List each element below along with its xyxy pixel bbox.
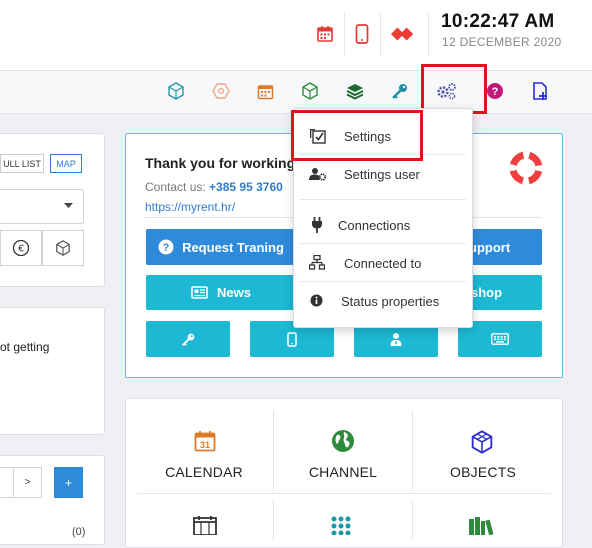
network-icon	[309, 255, 325, 270]
newspaper-icon	[191, 286, 208, 299]
key-icon	[181, 333, 194, 346]
divider	[273, 410, 274, 492]
clock-time: 10:22:47 AM	[441, 11, 555, 32]
layers-icon[interactable]	[344, 80, 366, 102]
license-key-button[interactable]	[146, 321, 230, 357]
menu-item-connections[interactable]: Connections	[294, 206, 472, 244]
menu-item-status-properties[interactable]: Status properties	[294, 282, 472, 320]
request-training-button[interactable]: ? Request Traning	[146, 229, 296, 265]
calendar-orange-icon[interactable]	[254, 80, 276, 102]
anydesk-icon[interactable]	[391, 22, 415, 46]
contact-line: Contact us: +385 95 3760	[145, 180, 283, 194]
clock-date: 12 DECEMBER 2020	[442, 35, 562, 49]
dots-grid-icon	[331, 516, 355, 540]
keyboard-icon	[491, 333, 509, 345]
globe-icon	[331, 429, 355, 458]
objects-module-label[interactable]: OBJECTS	[418, 464, 548, 480]
users-cog-icon	[309, 168, 327, 181]
support-label: upport	[469, 239, 511, 255]
books-icon	[468, 516, 494, 540]
svg-text:€: €	[18, 244, 24, 255]
gears-icon[interactable]	[436, 80, 458, 102]
question-icon: ?	[158, 239, 174, 255]
divider	[273, 500, 274, 540]
map-button[interactable]: MAP	[50, 154, 82, 173]
filter-select[interactable]	[0, 189, 84, 224]
full-list-label: ULL LIST	[3, 158, 41, 169]
website-link[interactable]: https://myrent.hr/	[145, 200, 235, 214]
svg-text:31: 31	[200, 440, 210, 450]
contact-phone[interactable]: +385 95 3760	[209, 180, 283, 194]
news-label: News	[217, 285, 251, 300]
welcome-title: Thank you for working	[145, 155, 296, 171]
objects-filter-button[interactable]	[42, 230, 84, 266]
menu-item-label: Connections	[338, 217, 411, 233]
mobile-icon[interactable]	[350, 22, 374, 46]
currency-button[interactable]: €	[0, 230, 42, 266]
contact-label: Contact us:	[145, 180, 206, 194]
divider	[300, 199, 466, 200]
key-icon[interactable]	[389, 80, 411, 102]
menu-item-label: Settings user	[344, 166, 420, 182]
full-list-button[interactable]: ULL LIST	[0, 154, 44, 173]
hexagon-icon[interactable]	[210, 80, 232, 102]
divider	[380, 12, 381, 56]
cube-icon[interactable]	[165, 80, 187, 102]
menu-item-label: Status properties	[341, 293, 440, 309]
result-count: (0)	[72, 526, 86, 538]
calendar-grid-icon	[193, 516, 217, 540]
add-label: +	[64, 475, 72, 490]
add-button[interactable]: +	[54, 467, 83, 498]
new-document-icon[interactable]	[529, 80, 551, 102]
map-label: MAP	[56, 158, 76, 169]
divider	[344, 12, 345, 56]
menu-item-connected-to[interactable]: Connected to	[294, 244, 472, 282]
notice-text: ot getting	[0, 340, 50, 354]
euro-icon: €	[12, 239, 30, 257]
news-button[interactable]: News	[146, 275, 296, 310]
calendar-icon: 31	[194, 430, 216, 457]
lifebuoy-icon	[509, 151, 543, 190]
plug-icon	[312, 217, 322, 233]
calendar-icon[interactable]	[313, 22, 337, 46]
chevron-down-icon	[64, 203, 73, 208]
divider	[412, 410, 413, 492]
shop-label: shop	[471, 285, 503, 300]
cube-icon	[56, 240, 70, 256]
request-training-label: Request Traning	[182, 239, 284, 255]
highlight-box	[291, 110, 423, 161]
user-tie-icon	[390, 333, 402, 346]
svg-text:?: ?	[492, 86, 499, 98]
mobile-icon	[287, 331, 297, 347]
pagination-next-button[interactable]: >	[13, 467, 42, 498]
info-icon	[310, 294, 323, 307]
svg-text:?: ?	[163, 242, 170, 254]
channel-module-label[interactable]: CHANNEL	[278, 464, 408, 480]
help-icon[interactable]: ?	[484, 80, 506, 102]
cube-icon	[470, 430, 494, 459]
calendar-module-label[interactable]: CALENDAR	[139, 464, 269, 480]
menu-item-label: Connected to	[344, 255, 422, 271]
notice-panel	[0, 307, 105, 435]
next-label: >	[24, 477, 31, 488]
divider	[428, 12, 429, 56]
cube-green-icon[interactable]	[299, 80, 321, 102]
divider	[137, 493, 551, 494]
divider	[412, 500, 413, 540]
